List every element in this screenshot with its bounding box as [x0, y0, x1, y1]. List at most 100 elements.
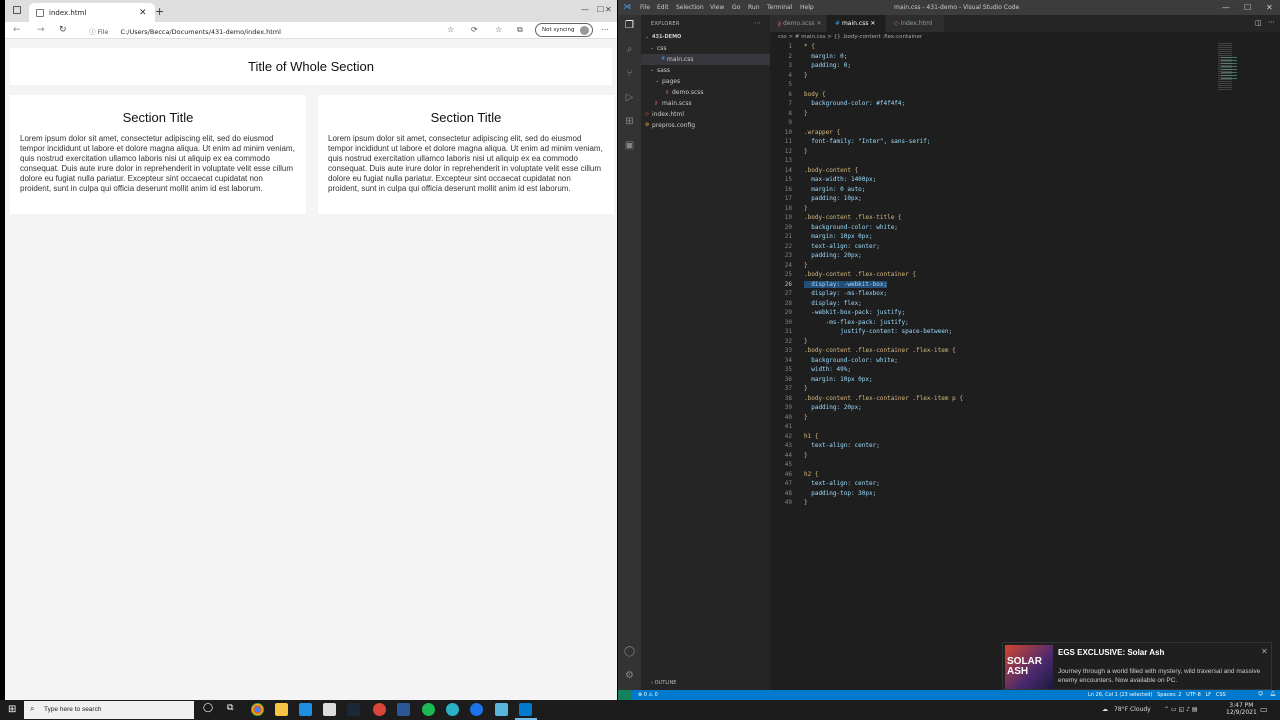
chrome-icon[interactable] — [251, 703, 264, 716]
back-icon[interactable]: ← — [13, 25, 21, 35]
tree-file-index-html[interactable]: ◇ index.html — [641, 109, 770, 120]
browser-tab[interactable]: index.html ✕ — [29, 3, 155, 22]
file-explorer-icon[interactable] — [275, 703, 288, 716]
run-debug-icon[interactable]: ▷ — [623, 92, 636, 105]
editor-tabs: ʂ demo.scss ✕ # main.css ✕ ◇ index.html … — [770, 15, 1280, 32]
project-folder[interactable]: ⌄ 431-DEMO — [641, 32, 770, 43]
menu-help[interactable]: Help — [800, 4, 814, 11]
problems-count[interactable]: ⊗ 0 ⚠ 0 — [638, 692, 658, 698]
minimap[interactable] — [1218, 43, 1258, 103]
menu-terminal[interactable]: Terminal — [767, 4, 792, 11]
close-window-icon[interactable]: ✕ — [1266, 3, 1273, 12]
code-line: text-align: center; — [804, 242, 880, 250]
tab-actions-icon[interactable] — [13, 6, 21, 14]
task-view-icon[interactable]: ⧉ — [227, 703, 233, 713]
edge-dev-icon[interactable] — [470, 703, 483, 716]
tree-file-prepros-config[interactable]: ⚙ prepros.config — [641, 120, 770, 131]
menu-edit[interactable]: Edit — [657, 4, 669, 11]
menu-selection[interactable]: Selection — [676, 4, 704, 11]
cortana-icon[interactable]: ◯ — [203, 703, 213, 713]
windows-taskbar: ⊞ ⌕ Type here to search ◯ ⧉ ☁ 78°F Cloud… — [0, 700, 1280, 720]
tree-folder-css[interactable]: ⌄ css — [641, 43, 770, 54]
feedback-icon[interactable]: ☺ — [1258, 691, 1263, 697]
close-tab-icon[interactable]: ✕ — [870, 20, 875, 27]
line-number: 34 — [784, 356, 792, 364]
notification-body: Journey through a world filled with myst… — [1058, 668, 1261, 684]
taskbar-search[interactable]: ⌕ Type here to search — [24, 701, 194, 719]
sync-button[interactable]: Not syncing — [535, 23, 593, 37]
line-number: 42 — [784, 432, 792, 440]
menu-run[interactable]: Run — [748, 4, 760, 11]
extensions-icon[interactable]: ⊞ — [623, 116, 636, 129]
app-icon[interactable] — [495, 703, 508, 716]
line-number: 2 — [788, 52, 792, 60]
activity-bar: ❐ ⌕ ⑂ ▷ ⊞ ▣ ◯ ⚙ — [618, 15, 641, 690]
outline-section[interactable]: › OUTLINE — [651, 680, 676, 686]
tab-demo-scss[interactable]: ʂ demo.scss ✕ — [770, 15, 826, 32]
remote-indicator[interactable] — [618, 690, 632, 700]
menu-view[interactable]: View — [710, 4, 724, 11]
breadcrumb[interactable]: css > # main.css > {} .body-content .fle… — [778, 34, 922, 40]
minimize-icon[interactable]: — — [1222, 3, 1230, 12]
close-window-icon[interactable]: ✕ — [605, 5, 612, 14]
address-field[interactable]: ⓘ File C:/Users/Becca/Documents/431-demo… — [85, 23, 445, 37]
favorites-icon[interactable]: ☆ — [495, 25, 502, 34]
remote-explorer-icon[interactable]: ▣ — [623, 140, 636, 153]
more-actions-icon[interactable]: ⋯ — [1268, 18, 1275, 26]
account-icon[interactable]: ◯ — [623, 646, 636, 659]
steam-icon[interactable] — [347, 703, 360, 716]
store-icon[interactable] — [323, 703, 336, 716]
collections-icon[interactable]: ⧉ — [517, 25, 523, 35]
tray-icons[interactable]: ⌃ ▭ ◱ ♪ ▤ — [1164, 706, 1198, 713]
code-line: } — [804, 337, 808, 345]
close-tab-icon[interactable]: ✕ — [816, 20, 821, 27]
code-line: } — [804, 261, 808, 269]
vscode-taskbar-icon[interactable] — [519, 703, 532, 716]
chrome-alt-icon[interactable] — [373, 703, 386, 716]
search-placeholder: Type here to search — [44, 706, 102, 713]
tree-file-demo-scss[interactable]: ʂ demo.scss — [641, 87, 770, 98]
menu-go[interactable]: Go — [732, 4, 740, 11]
refresh-sync-icon[interactable]: ⟳ — [471, 25, 478, 34]
tree-folder-sass[interactable]: ⌄ sass — [641, 65, 770, 76]
notifications-bell-icon[interactable]: 🔔︎ — [1270, 691, 1276, 697]
settings-gear-icon[interactable]: ⚙ — [623, 670, 636, 683]
more-actions-icon[interactable]: ⋯ — [754, 19, 761, 27]
tree-folder-pages[interactable]: ⌄ pages — [641, 76, 770, 87]
search-icon[interactable]: ⌕ — [623, 44, 636, 57]
favorite-add-icon[interactable]: ☆ — [447, 25, 454, 34]
split-editor-icon[interactable]: ◫ — [1255, 19, 1262, 27]
source-control-icon[interactable]: ⑂ — [623, 68, 636, 81]
status-right-info[interactable]: Ln 26, Col 1 (23 selected) Spaces: 2 UTF… — [1088, 692, 1226, 698]
spotify-icon[interactable] — [422, 703, 435, 716]
notification-toast[interactable]: SOLAR ASH EGS EXCLUSIVE: Solar Ash Journ… — [1002, 642, 1272, 690]
tab-main-css[interactable]: # main.css ✕ — [827, 15, 885, 32]
weather-text[interactable]: 78°F Cloudy — [1114, 706, 1151, 713]
clock[interactable]: 3:47 PM 12/9/2021 — [1226, 702, 1257, 716]
tree-file-main-css[interactable]: # main.css — [641, 54, 770, 65]
tree-file-main-scss[interactable]: ʂ main.scss — [641, 98, 770, 109]
close-tab-icon[interactable]: ✕ — [139, 8, 147, 18]
maximize-icon[interactable]: ☐ — [597, 5, 604, 14]
maximize-icon[interactable]: ☐ — [1244, 3, 1251, 12]
refresh-icon[interactable]: ↻ — [59, 25, 67, 35]
menu-file[interactable]: File — [640, 4, 650, 11]
close-notification-icon[interactable]: ✕ — [1261, 647, 1268, 656]
vscode-window: ⋊ File Edit Selection View Go Run Termin… — [618, 0, 1280, 700]
word-icon[interactable] — [397, 703, 410, 716]
section-text: Lorem ipsum dolor sit amet, consectetur … — [328, 134, 603, 193]
minimize-icon[interactable]: — — [581, 5, 589, 14]
more-icon[interactable]: ⋯ — [601, 25, 609, 34]
action-center-icon[interactable]: ▭ — [1260, 705, 1268, 714]
edge-icon[interactable] — [446, 703, 459, 716]
code-line: } — [804, 413, 808, 421]
mail-icon[interactable] — [299, 703, 312, 716]
forward-icon[interactable]: → — [37, 25, 45, 35]
tab-index-html[interactable]: ◇ index.html — [886, 15, 944, 32]
code-line: .body-content { — [804, 166, 859, 174]
start-windows-icon[interactable]: ⊞ — [8, 704, 16, 715]
line-number: 27 — [784, 290, 792, 297]
line-number: 32 — [784, 337, 792, 345]
new-tab-button[interactable]: + — [155, 5, 164, 18]
explorer-icon[interactable]: ❐ — [623, 20, 636, 33]
